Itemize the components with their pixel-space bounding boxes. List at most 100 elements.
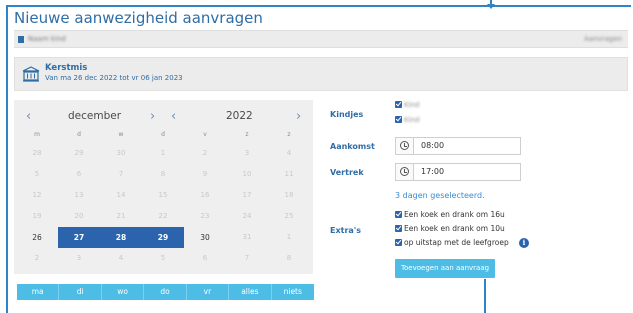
calendar-month: december — [68, 110, 122, 122]
calendar-day: 6 — [76, 170, 82, 178]
extra-label-2: Een koek en drank om 10u — [404, 224, 505, 233]
calendar-day: 7 — [244, 254, 250, 262]
calendar-year: 2022 — [226, 110, 253, 122]
weekday-header: m — [34, 131, 40, 138]
child-checkbox-1[interactable] — [395, 101, 402, 108]
extras-label: Extra's — [330, 226, 362, 235]
info-icon[interactable]: i — [519, 238, 529, 248]
child-icon — [18, 36, 24, 43]
calendar-day: 21 — [116, 212, 126, 220]
calendar-day: 4 — [118, 254, 124, 262]
header-right-link[interactable]: Aanvragen — [584, 35, 622, 43]
weekday-select-button[interactable]: niets — [272, 284, 314, 300]
departure-time-value: 17:00 — [421, 167, 445, 176]
calendar-day: 2 — [34, 254, 40, 262]
calendar-day: 7 — [118, 170, 124, 178]
calendar-day: 12 — [32, 191, 42, 199]
calendar-day: 24 — [242, 212, 252, 220]
calendar-day-selected[interactable]: 29 — [142, 227, 184, 248]
calendar-day: 14 — [116, 191, 126, 199]
calendar-day: 17 — [242, 191, 252, 199]
calendar-day: 1 — [160, 149, 166, 157]
period-range: Van ma 26 dec 2022 tot vr 06 jan 2023 — [45, 74, 183, 82]
calendar-day: 9 — [202, 170, 208, 178]
calendar-day: 10 — [242, 170, 252, 178]
weekday-header: z — [245, 131, 249, 138]
period-box: Kerstmis Van ma 26 dec 2022 tot vr 06 ja… — [14, 57, 628, 91]
weekday-select-button[interactable]: ma — [17, 284, 60, 300]
calendar-day-selected[interactable]: 28 — [100, 227, 142, 248]
departure-time-input[interactable]: 17:00 — [395, 163, 521, 181]
clock-icon — [400, 141, 409, 150]
arrival-time-value: 08:00 — [421, 141, 445, 150]
calendar-day[interactable]: 26 — [16, 227, 58, 248]
calendar-day: 30 — [116, 149, 126, 157]
calendar-day: 13 — [74, 191, 84, 199]
next-month-icon[interactable]: › — [150, 109, 155, 124]
selected-days-summary: 3 dagen geselecteerd. — [395, 191, 485, 200]
calendar-day: 20 — [74, 212, 84, 220]
period-title: Kerstmis — [45, 63, 88, 73]
calendar-day[interactable]: 30 — [184, 227, 226, 248]
weekday-select-button[interactable]: di — [59, 284, 102, 300]
child-name-2: Kind — [404, 116, 420, 124]
calendar-day: 5 — [160, 254, 166, 262]
calendar-day: 31 — [242, 233, 252, 241]
children-label: Kindjes — [330, 110, 364, 119]
calendar-day: 1 — [286, 233, 292, 241]
weekday-header: v — [203, 131, 207, 138]
bank-building-icon — [22, 66, 40, 82]
calendar-day: 25 — [284, 212, 294, 220]
calendar-day: 22 — [158, 212, 168, 220]
calendar-day: 4 — [286, 149, 292, 157]
departure-clock-cell[interactable] — [396, 164, 414, 180]
calendar-day: 18 — [284, 191, 294, 199]
pointer-arrow-icon — [487, 4, 495, 9]
weekday-select-button[interactable]: alles — [229, 284, 272, 300]
calendar-day: 28 — [32, 149, 42, 157]
calendar-day: 2 — [202, 149, 208, 157]
calendar-day: 3 — [244, 149, 250, 157]
calendar-day: 11 — [284, 170, 294, 178]
calendar-day: 23 — [200, 212, 210, 220]
weekday-header: w — [118, 131, 124, 138]
weekday-select-button[interactable]: wo — [102, 284, 145, 300]
weekday-header: d — [161, 131, 165, 138]
extra-checkbox-2[interactable] — [395, 225, 402, 232]
calendar-day: 29 — [74, 149, 84, 157]
departure-label: Vertrek — [330, 168, 364, 177]
prev-year-icon[interactable]: ‹ — [171, 109, 176, 124]
pointer-line-bottom — [484, 279, 486, 313]
calendar-day: 8 — [286, 254, 292, 262]
calendar-day: 8 — [160, 170, 166, 178]
arrival-clock-cell[interactable] — [396, 138, 414, 154]
calendar-day: 5 — [34, 170, 40, 178]
extra-checkbox-1[interactable] — [395, 211, 402, 218]
calendar-day-selected[interactable]: 27 — [58, 227, 100, 248]
calendar-day: 16 — [200, 191, 210, 199]
weekday-header: d — [77, 131, 81, 138]
child-name-1: Kind — [404, 101, 420, 109]
extra-label-1: Een koek en drank om 16u — [404, 210, 505, 219]
prev-month-icon[interactable]: ‹ — [26, 109, 31, 124]
weekday-header: z — [287, 131, 291, 138]
weekday-select-button[interactable]: vr — [187, 284, 230, 300]
extra-checkbox-3[interactable] — [395, 239, 402, 246]
dialog-title: Nieuwe aanwezigheid aanvragen — [14, 9, 263, 27]
extra-label-3: op uitstap met de leefgroep — [404, 238, 509, 247]
clock-icon — [400, 167, 409, 176]
next-year-icon[interactable]: › — [296, 109, 301, 124]
weekday-button-bar: ma di wo do vr alles niets — [17, 284, 314, 300]
calendar-day: 19 — [32, 212, 42, 220]
calendar-day: 6 — [202, 254, 208, 262]
child-header-bar: Naam kind Aanvragen — [14, 30, 628, 48]
calendar-day: 15 — [158, 191, 168, 199]
arrival-label: Aankomst — [330, 142, 375, 151]
arrival-time-input[interactable]: 08:00 — [395, 137, 521, 155]
calendar-day: 3 — [76, 254, 82, 262]
weekday-select-button[interactable]: do — [144, 284, 187, 300]
child-name: Naam kind — [28, 35, 66, 43]
calendar: ‹ december › ‹ 2022 › m d w d v z z 28 29 30 1 2 3 4 5… — [14, 100, 313, 274]
add-to-request-button[interactable]: Toevoegen aan aanvraag — [395, 259, 495, 278]
child-checkbox-2[interactable] — [395, 116, 402, 123]
